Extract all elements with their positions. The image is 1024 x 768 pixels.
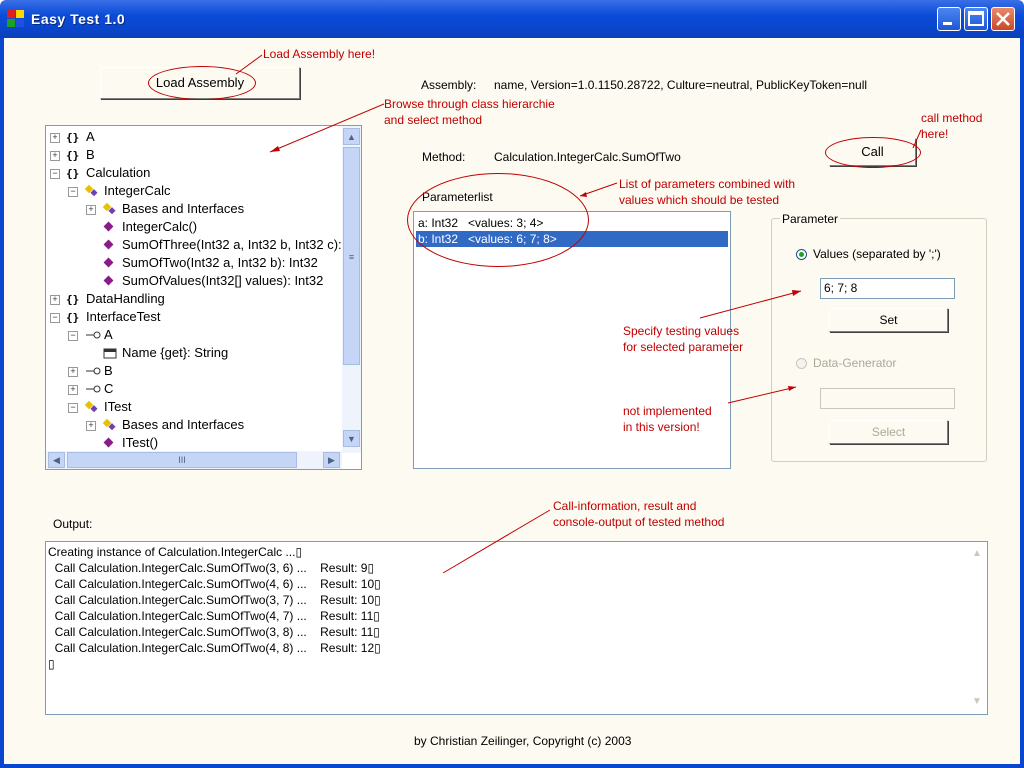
arrow-browse xyxy=(269,103,385,153)
arrow-load xyxy=(235,54,263,75)
arrow-specify xyxy=(699,290,802,319)
annotation-arrows xyxy=(235,54,922,574)
arrow-notimpl xyxy=(727,386,797,404)
arrow-callinfo xyxy=(442,509,551,574)
arrow-call xyxy=(912,129,922,149)
